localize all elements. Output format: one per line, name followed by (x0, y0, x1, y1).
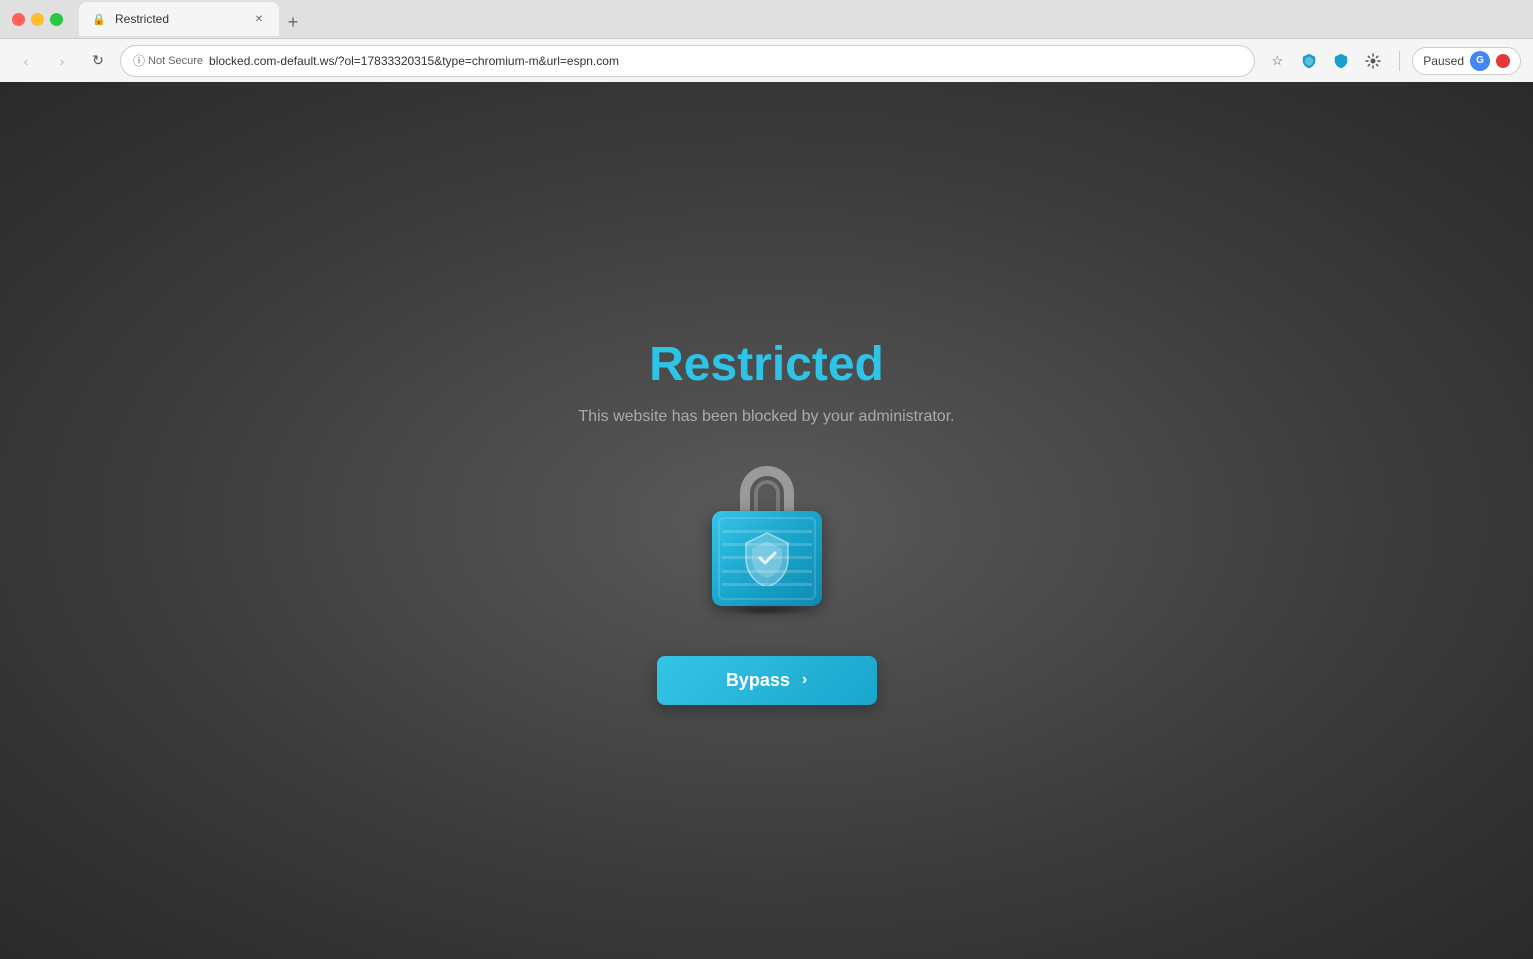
lock-body (712, 511, 822, 606)
url-path: /?ol=17833320315&type=chromium-m&url=esp… (334, 54, 619, 68)
refresh-icon: ↻ (92, 52, 104, 69)
page-title: Restricted (649, 337, 884, 392)
user-avatar: G (1470, 51, 1490, 71)
tab-title: Restricted (115, 12, 243, 26)
info-icon: ⓘ (133, 52, 145, 69)
divider (1399, 51, 1400, 71)
browser-chrome: 🔒 Restricted ✕ + ‹ › ↻ ⓘ Not Secure bloc… (0, 0, 1533, 82)
paused-badge[interactable]: Paused G (1412, 47, 1521, 75)
url-bar[interactable]: ⓘ Not Secure blocked.com-default.ws/?ol=… (120, 45, 1255, 77)
bookmark-icon: ☆ (1271, 53, 1283, 69)
vpn-shield-button-2[interactable] (1327, 47, 1355, 75)
back-icon: ‹ (24, 53, 29, 69)
shield-icon-2 (1333, 53, 1349, 69)
bookmark-button[interactable]: ☆ (1263, 47, 1291, 75)
window-controls (12, 13, 63, 26)
title-bar: 🔒 Restricted ✕ + (0, 0, 1533, 38)
close-window-button[interactable] (12, 13, 25, 26)
refresh-button[interactable]: ↻ (84, 47, 112, 75)
new-tab-button[interactable]: + (279, 8, 307, 36)
minimize-window-button[interactable] (31, 13, 44, 26)
not-secure-label: Not Secure (148, 55, 203, 67)
bypass-button[interactable]: Bypass › (657, 656, 877, 705)
url-domain: blocked.com-default.ws (209, 54, 334, 68)
tab-bar: 🔒 Restricted ✕ + (71, 2, 315, 36)
forward-icon: › (60, 53, 65, 69)
tab-favicon-icon: 🔒 (91, 11, 107, 27)
back-button[interactable]: ‹ (12, 47, 40, 75)
address-bar: ‹ › ↻ ⓘ Not Secure blocked.com-default.w… (0, 38, 1533, 82)
notification-dot (1496, 54, 1510, 68)
blocked-message: This website has been blocked by your ad… (578, 408, 954, 426)
not-secure-badge: ⓘ Not Secure (133, 52, 203, 69)
url-text: blocked.com-default.ws/?ol=17833320315&t… (209, 54, 1242, 68)
bypass-arrow-icon: › (802, 671, 807, 689)
maximize-window-button[interactable] (50, 13, 63, 26)
vpn-shield-button-1[interactable] (1295, 47, 1323, 75)
lock-shadow (722, 604, 812, 616)
lock-shield-icon (742, 531, 792, 586)
toolbar-icons: ☆ (1263, 47, 1387, 75)
paused-label: Paused (1423, 54, 1464, 68)
gear-icon (1365, 53, 1381, 69)
page-content: Restricted This website has been blocked… (0, 82, 1533, 959)
lock-icon (702, 466, 832, 616)
bypass-label: Bypass (726, 670, 790, 691)
active-tab[interactable]: 🔒 Restricted ✕ (79, 2, 279, 36)
settings-button[interactable] (1359, 47, 1387, 75)
forward-button[interactable]: › (48, 47, 76, 75)
close-tab-button[interactable]: ✕ (251, 11, 267, 27)
shield-icon-1 (1301, 53, 1317, 69)
